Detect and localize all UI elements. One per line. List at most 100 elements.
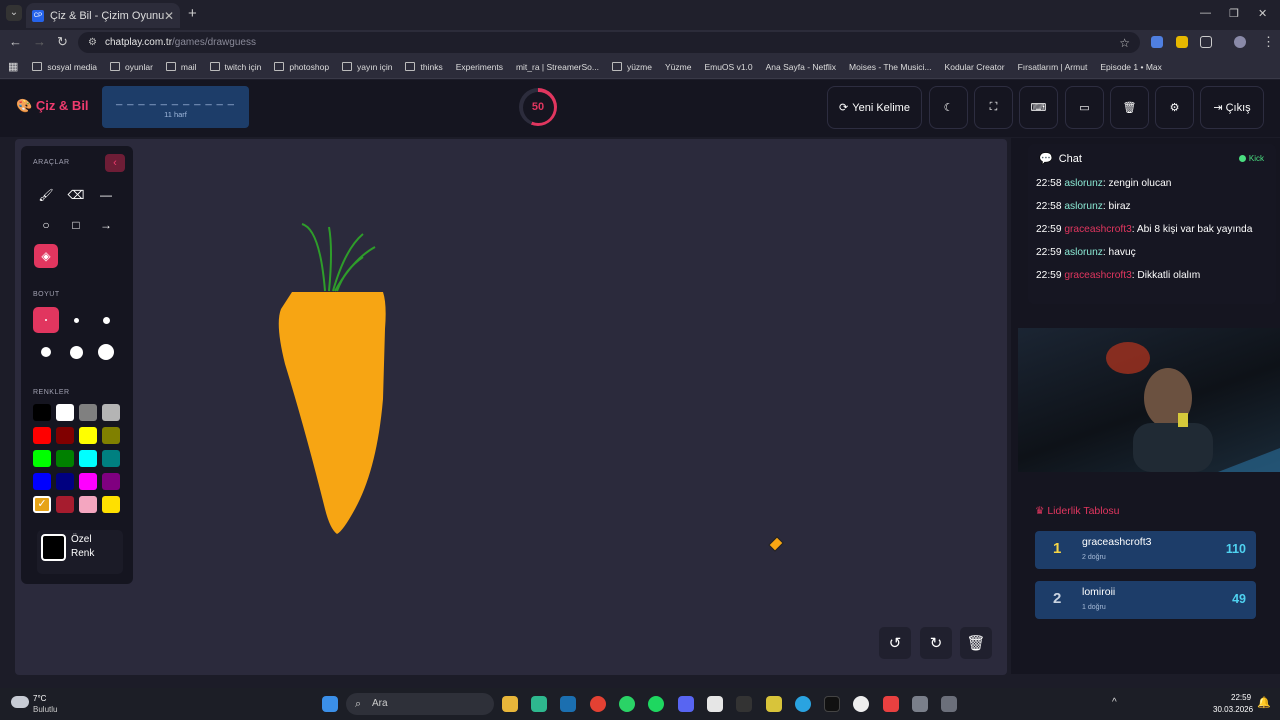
telegram-icon[interactable]: [795, 696, 811, 712]
size-option[interactable]: [33, 339, 59, 365]
color-swatch[interactable]: ✓: [33, 496, 51, 513]
chat-messages[interactable]: 22:58 aslorunz: zengin olucan 22:58 aslo…: [1036, 176, 1256, 291]
bookmark-item[interactable]: Kodular Creator: [945, 62, 1005, 72]
bookmark-item[interactable]: Yüzme: [665, 62, 691, 72]
extension-icon[interactable]: [1151, 36, 1163, 48]
color-swatch[interactable]: [33, 404, 51, 421]
theme-toggle-button[interactable]: ☾: [929, 86, 968, 129]
app-icon[interactable]: [853, 696, 869, 712]
bookmark-item[interactable]: oyunlar: [110, 62, 153, 72]
bookmark-item[interactable]: yüzme: [611, 62, 652, 72]
bookmark-item[interactable]: Episode 1 • Max: [1100, 62, 1162, 72]
size-option[interactable]: [93, 307, 119, 333]
apps-grid-icon[interactable]: ▦: [8, 60, 18, 73]
steam-icon[interactable]: [560, 696, 576, 712]
weather-icon[interactable]: [11, 696, 29, 708]
settings-button[interactable]: ⚙: [1155, 86, 1194, 129]
bookmark-item[interactable]: sosyal media: [32, 62, 97, 72]
bookmark-item[interactable]: mail: [165, 62, 197, 72]
collapse-panel-button[interactable]: ‹: [105, 154, 125, 172]
profile-avatar-icon[interactable]: [1234, 36, 1246, 48]
bookmark-item[interactable]: Ana Sayfa - Netflix: [766, 62, 836, 72]
color-swatch[interactable]: [33, 473, 51, 490]
eraser-tool[interactable]: ⌫: [64, 183, 88, 207]
size-option[interactable]: [63, 339, 89, 365]
keyboard-button[interactable]: ⌨: [1019, 86, 1058, 129]
bookmark-item[interactable]: Fırsatlarım | Armut: [1018, 62, 1088, 72]
new-tab-button[interactable]: +: [188, 5, 197, 22]
tray-chevron-icon[interactable]: ^: [1112, 697, 1117, 708]
clear-canvas-button[interactable]: 🗑: [960, 627, 992, 659]
reload-icon[interactable]: ↻: [57, 34, 68, 50]
color-swatch[interactable]: [56, 427, 74, 444]
taskbar-search[interactable]: ⌕ Ara: [346, 693, 494, 715]
bookmark-item[interactable]: thinks: [405, 62, 443, 72]
maximize-window-button[interactable]: ❐: [1229, 7, 1239, 20]
redo-button[interactable]: ↻: [920, 627, 952, 659]
color-swatch[interactable]: [79, 427, 97, 444]
color-swatch[interactable]: [79, 450, 97, 467]
size-option[interactable]: [33, 307, 59, 333]
color-swatch[interactable]: [33, 427, 51, 444]
color-swatch[interactable]: [102, 427, 120, 444]
fill-tool[interactable]: ◈: [34, 244, 58, 268]
notification-bell-icon[interactable]: 🔔: [1257, 696, 1271, 709]
color-swatch[interactable]: [56, 450, 74, 467]
bookmark-item[interactable]: twitch için: [209, 62, 261, 72]
close-window-button[interactable]: ✕: [1258, 7, 1267, 20]
spotify-icon[interactable]: [648, 696, 664, 712]
back-icon[interactable]: ←: [9, 34, 22, 49]
color-swatch[interactable]: [102, 496, 120, 513]
circle-tool[interactable]: ○: [34, 213, 58, 237]
close-tab-icon[interactable]: ✕: [164, 9, 174, 23]
site-info-icon[interactable]: ⚙: [88, 37, 97, 48]
color-swatch[interactable]: [56, 404, 74, 421]
size-option[interactable]: [63, 307, 89, 333]
app-logo[interactable]: 🎨 Çiz & Bil: [16, 98, 89, 114]
color-swatch[interactable]: [56, 473, 74, 490]
archive-button[interactable]: ▭: [1065, 86, 1104, 129]
exit-button[interactable]: ⇥ Çıkış: [1200, 86, 1264, 129]
color-swatch[interactable]: [56, 496, 74, 513]
color-swatch[interactable]: [102, 404, 120, 421]
bookmark-item[interactable]: EmuOS v1.0: [704, 62, 752, 72]
tab-list-button[interactable]: ⌄: [6, 5, 22, 21]
epic-games-icon[interactable]: [736, 696, 752, 712]
start-windows-icon[interactable]: [322, 696, 338, 712]
drawing-canvas[interactable]: [15, 139, 1007, 675]
app-icon[interactable]: [766, 696, 782, 712]
size-option[interactable]: [93, 339, 119, 365]
new-word-button[interactable]: ⟳ Yeni Kelime: [827, 86, 922, 129]
bookmark-item[interactable]: mit_ra | StreamerSo...: [516, 62, 599, 72]
arrow-tool[interactable]: →: [94, 213, 118, 237]
delete-button[interactable]: 🗑: [1110, 86, 1149, 129]
minimize-window-button[interactable]: —: [1200, 7, 1211, 19]
browser-tab[interactable]: CP Çiz & Bil - Çizim Oyunu ✕: [26, 3, 180, 28]
whatsapp-icon[interactable]: [619, 696, 635, 712]
brush-tool[interactable]: 🖌: [34, 183, 58, 207]
discord-icon[interactable]: [678, 696, 694, 712]
calculator-icon[interactable]: [941, 696, 957, 712]
bookmark-item[interactable]: Moises - The Musici...: [849, 62, 932, 72]
undo-button[interactable]: ↺: [879, 627, 911, 659]
bookmark-item[interactable]: yayın için: [342, 62, 392, 72]
rectangle-tool[interactable]: □: [64, 213, 88, 237]
extension-icon[interactable]: [1176, 36, 1188, 48]
bookmark-item[interactable]: Experiments: [456, 62, 503, 72]
app-icon[interactable]: [912, 696, 928, 712]
fullscreen-button[interactable]: ⛶: [974, 86, 1013, 129]
browser-menu-icon[interactable]: ⋮: [1262, 34, 1275, 50]
app-icon[interactable]: [883, 696, 899, 712]
color-swatch[interactable]: [33, 450, 51, 467]
color-swatch[interactable]: [79, 404, 97, 421]
chrome-icon[interactable]: [590, 696, 606, 712]
app-icon[interactable]: [531, 696, 547, 712]
address-bar[interactable]: ⚙ chatplay.com.tr/games/drawguess ☆: [78, 32, 1140, 53]
color-swatch[interactable]: [102, 450, 120, 467]
tiktok-icon[interactable]: [824, 696, 840, 712]
color-swatch[interactable]: [79, 473, 97, 490]
bookmark-item[interactable]: photoshop: [274, 62, 329, 72]
bookmark-star-icon[interactable]: ☆: [1119, 36, 1130, 50]
color-swatch[interactable]: [102, 473, 120, 490]
extensions-puzzle-icon[interactable]: [1200, 36, 1212, 48]
